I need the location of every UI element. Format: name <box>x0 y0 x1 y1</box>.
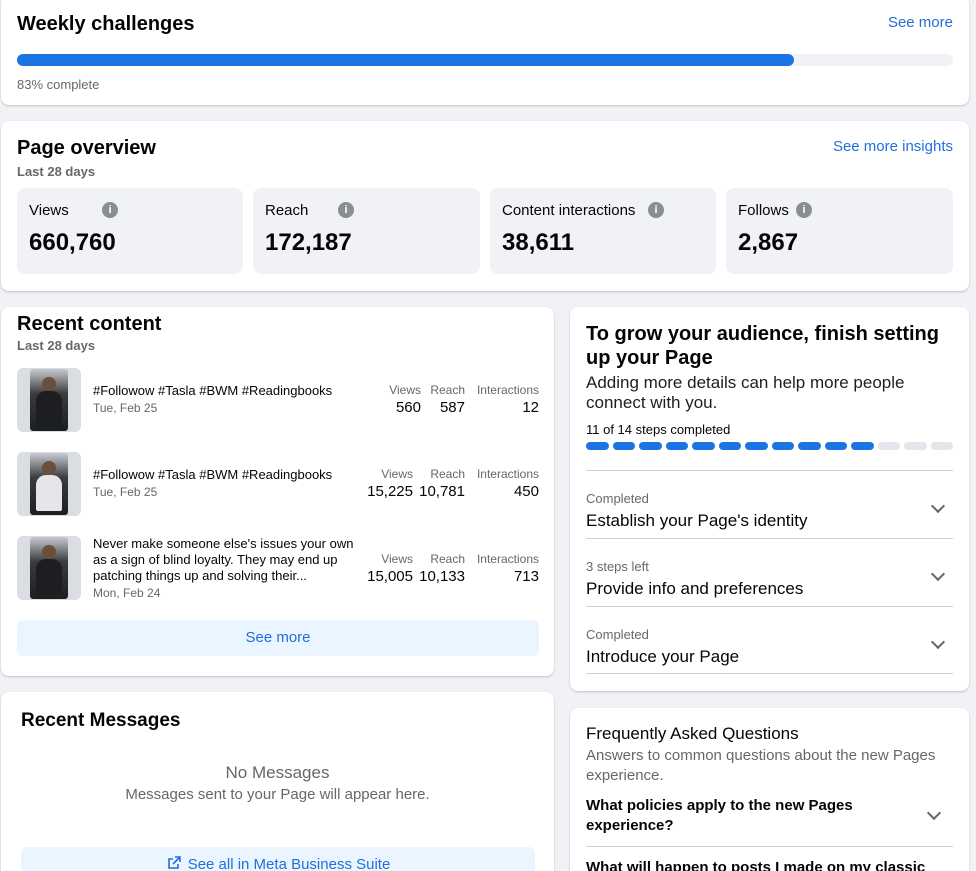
post-thumbnail[interactable] <box>17 452 81 516</box>
chevron-down-icon[interactable] <box>930 498 946 514</box>
weekly-progress-text: 83% complete <box>17 77 100 92</box>
faq-title: Frequently Asked Questions <box>586 724 799 743</box>
faq-divider <box>586 846 953 847</box>
step-segment-incomplete <box>904 442 927 450</box>
no-messages-title: No Messages <box>225 763 330 782</box>
accordion-title: Establish your Page's identity <box>586 511 808 530</box>
chevron-down-icon[interactable] <box>930 634 946 650</box>
setup-title: To grow your audience, finish setting up… <box>586 323 939 369</box>
post-image <box>30 369 68 431</box>
step-segment-complete <box>639 442 662 450</box>
stat-value: 172,187 <box>265 229 352 256</box>
page-overview-title: Page overview <box>17 137 156 159</box>
stat-label: Views <box>29 202 69 219</box>
post-caption[interactable]: #Followow #Tasla #BWM #Readingbooks <box>93 467 363 483</box>
post-views: Views 15,225 <box>367 467 413 500</box>
step-segment-complete <box>771 442 794 450</box>
faq-card: Frequently Asked Questions Answers to co… <box>570 708 969 871</box>
setup-page-card: To grow your audience, finish setting up… <box>570 307 969 691</box>
recent-content-card: Recent content Last 28 days #Followow #T… <box>1 307 554 676</box>
stat-value: 38,611 <box>502 229 575 256</box>
post-image <box>30 537 68 599</box>
step-segment-complete <box>612 442 635 450</box>
post-date: Tue, Feb 25 <box>93 485 158 499</box>
stat-follows[interactable]: Follows i 2,867 <box>726 188 953 274</box>
steps-completed-label: 11 of 14 steps completed <box>586 422 731 437</box>
see-all-business-suite-button[interactable]: See all in Meta Business Suite <box>21 847 535 871</box>
step-segment-complete <box>692 442 715 450</box>
post-thumbnail[interactable] <box>17 368 81 432</box>
post-row[interactable]: #Followow #Tasla #BWM #Readingbooks Tue,… <box>17 368 539 434</box>
page-overview-period: Last 28 days <box>17 164 96 179</box>
info-icon[interactable]: i <box>102 202 118 218</box>
external-link-icon <box>167 856 181 869</box>
accordion-establish-identity[interactable]: Completed Establish your Page's identity <box>586 470 953 538</box>
post-interactions: Interactions 713 <box>476 552 539 585</box>
weekly-challenges-title: Weekly challenges <box>17 13 195 35</box>
accordion-status: 3 steps left <box>586 559 649 574</box>
accordion-introduce-page[interactable]: Completed Introduce your Page <box>586 606 953 674</box>
weekly-progress-bar <box>17 54 953 66</box>
post-image <box>30 453 68 515</box>
step-segment-complete <box>586 442 609 450</box>
post-row[interactable]: #Followow #Tasla #BWM #Readingbooks Tue,… <box>17 452 539 518</box>
post-interactions: Interactions 450 <box>476 467 539 500</box>
step-segment-incomplete <box>930 442 953 450</box>
post-reach: Reach 587 <box>430 383 465 416</box>
setup-description: Adding more details can help more people… <box>586 373 905 412</box>
chevron-down-icon[interactable] <box>930 566 946 582</box>
stat-label: Follows <box>738 202 789 219</box>
see-more-insights-link[interactable]: See more insights <box>833 138 953 155</box>
post-row[interactable]: Never make someone else's issues your ow… <box>17 536 539 602</box>
chevron-down-icon[interactable] <box>926 805 942 821</box>
step-segment-incomplete <box>877 442 900 450</box>
stat-label: Reach <box>265 202 309 219</box>
post-interactions: Interactions 12 <box>476 383 539 416</box>
info-icon[interactable]: i <box>796 202 812 218</box>
recent-see-more-button[interactable]: See more <box>17 620 539 656</box>
step-segment-complete <box>745 442 768 450</box>
weekly-progress-fill <box>17 54 794 66</box>
recent-content-title: Recent content <box>17 313 162 335</box>
faq-question[interactable]: What policies apply to the new Pages exp… <box>586 796 886 836</box>
stat-value: 660,760 <box>29 229 116 256</box>
step-segment-complete <box>665 442 688 450</box>
accordion-provide-info[interactable]: 3 steps left Provide info and preference… <box>586 538 953 606</box>
stat-content-interactions[interactable]: Content interactions i 38,611 <box>490 188 716 274</box>
recent-content-period: Last 28 days <box>17 338 96 353</box>
weekly-see-more-link[interactable]: See more <box>888 14 953 31</box>
step-segment-complete <box>798 442 821 450</box>
faq-subtitle: Answers to common questions about the ne… <box>586 747 936 784</box>
see-all-label: See all in Meta Business Suite <box>187 856 391 871</box>
stat-label: Content interactions <box>502 202 636 219</box>
post-caption[interactable]: Never make someone else's issues your ow… <box>93 536 358 584</box>
no-messages-subtitle: Messages sent to your Page will appear h… <box>125 786 430 803</box>
recent-messages-card: Recent Messages No Messages Messages sen… <box>1 692 554 871</box>
accordion-title: Provide info and preferences <box>586 579 804 598</box>
step-segment-complete <box>851 442 874 450</box>
accordion-status: Completed <box>586 491 649 506</box>
steps-progress-bar <box>586 442 953 450</box>
info-icon[interactable]: i <box>338 202 354 218</box>
stat-reach[interactable]: Reach i 172,187 <box>253 188 480 274</box>
info-icon[interactable]: i <box>648 202 664 218</box>
recent-messages-title: Recent Messages <box>21 710 181 731</box>
post-thumbnail[interactable] <box>17 536 81 600</box>
stat-value: 2,867 <box>738 229 799 256</box>
faq-question[interactable]: What will happen to posts I made on my c… <box>586 858 946 871</box>
stat-views[interactable]: Views i 660,760 <box>17 188 243 274</box>
step-segment-complete <box>824 442 847 450</box>
accordion-status: Completed <box>586 627 649 642</box>
accordion-title: Introduce your Page <box>586 647 740 666</box>
post-caption[interactable]: #Followow #Tasla #BWM #Readingbooks <box>93 383 363 399</box>
page-overview-card: Page overview Last 28 days See more insi… <box>1 121 969 291</box>
post-date: Mon, Feb 24 <box>93 586 161 600</box>
step-segment-complete <box>718 442 741 450</box>
weekly-challenges-card: Weekly challenges See more 83% complete <box>1 0 969 105</box>
post-reach: Reach 10,133 <box>419 552 465 585</box>
post-reach: Reach 10,781 <box>419 467 465 500</box>
post-views: Views 15,005 <box>367 552 413 585</box>
post-date: Tue, Feb 25 <box>93 401 158 415</box>
post-views: Views 560 <box>389 383 421 416</box>
